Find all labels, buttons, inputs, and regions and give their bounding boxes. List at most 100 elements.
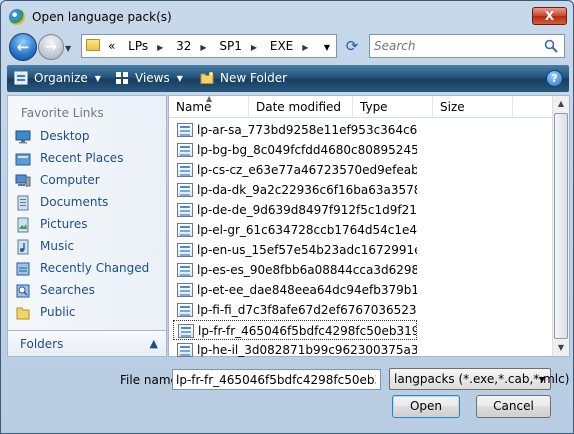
address-row: ← → ▼ « LPs ▶ 32 ▶ SP1 ▶ EXE ▶ ▼ ⟳ (1, 31, 573, 63)
file-type-select[interactable]: langpacks (*.exe,*.cab,*.mlc) ▼ (389, 368, 569, 390)
executable-file-icon (177, 143, 193, 157)
file-row[interactable]: lp-da-dk_9a2c22936c6f16ba63a3578c12... (173, 180, 417, 200)
executable-file-icon (177, 223, 193, 237)
scroll-down-icon[interactable]: ▼ (553, 340, 569, 356)
file-name-field[interactable] (172, 369, 381, 390)
file-name: lp-he-il_3d082871b99c962300375a369ec... (197, 343, 417, 357)
public-folder-icon (16, 307, 30, 320)
column-header-type[interactable]: Type (353, 96, 433, 117)
executable-file-icon (177, 183, 193, 197)
executable-file-icon (177, 303, 193, 317)
sidebar-item-label: Public (40, 305, 76, 319)
executable-file-icon (177, 343, 193, 357)
search-icon[interactable] (544, 39, 558, 53)
file-name-input[interactable] (176, 372, 376, 387)
sidebar-item-label: Recently Changed (40, 261, 150, 275)
new-folder-button[interactable]: New Folder (200, 71, 287, 85)
music-icon (17, 239, 29, 255)
refresh-icon[interactable]: ⟳ (342, 37, 362, 57)
file-row[interactable]: lp-bg-bg_8c049fcfdd4680c80895245c37... (173, 140, 417, 160)
file-row[interactable]: lp-cs-cz_e63e77a46723570ed9efeab054e... (173, 160, 417, 180)
sidebar-item-label: Desktop (40, 129, 90, 143)
file-row[interactable]: lp-et-ee_dae848eea64dc94efb379b19a5... (173, 280, 417, 300)
open-file-dialog: Open language pack(s) X ← → ▼ « LPs ▶ 32 ▶… (0, 0, 574, 434)
file-row[interactable]: lp-es-es_90e8fbb6a08844cca3d6298de5... (173, 260, 417, 280)
file-row[interactable]: lp-he-il_3d082871b99c962300375a369ec... (173, 340, 417, 360)
executable-file-icon (177, 243, 193, 257)
chevron-down-icon: ▼ (538, 375, 545, 384)
close-button[interactable]: X (532, 7, 567, 25)
column-date-label: Date modified (256, 100, 342, 114)
executable-file-icon (177, 203, 193, 217)
executable-file-icon (177, 163, 193, 177)
scroll-up-icon[interactable]: ▲ (553, 96, 569, 112)
file-list: ▲ Name Date modified Type Size lp-ar-sa_… (168, 94, 570, 360)
address-bar[interactable]: « LPs ▶ 32 ▶ SP1 ▶ EXE ▶ ▼ (81, 34, 337, 58)
search-input[interactable] (374, 38, 534, 54)
computer-icon (15, 174, 31, 187)
breadcrumb-item[interactable]: 32 (176, 39, 191, 53)
documents-icon (17, 195, 29, 211)
new-folder-icon (200, 72, 214, 84)
breadcrumb-overflow[interactable]: « (108, 39, 115, 53)
views-label: Views (135, 71, 170, 85)
cancel-button[interactable]: Cancel (476, 395, 551, 418)
navigation-pane: Favorite Links Desktop Recent Places Com… (7, 95, 167, 357)
column-header-name[interactable]: ▲ Name (169, 94, 249, 117)
scrollbar-thumb[interactable] (554, 113, 568, 339)
breadcrumb-item[interactable]: EXE (270, 39, 293, 53)
executable-file-icon (178, 324, 194, 338)
sidebar-item-label: Pictures (40, 217, 88, 231)
column-header-size[interactable]: Size (433, 96, 513, 117)
organize-menu[interactable]: Organize ▼ (14, 71, 101, 85)
file-row[interactable]: lp-de-de_9d639d8497f912f5c1d9f213eb... (173, 200, 417, 220)
chevron-right-icon[interactable]: ▶ (302, 43, 308, 52)
file-name: lp-da-dk_9a2c22936c6f16ba63a3578c12... (197, 183, 417, 197)
file-row[interactable]: lp-fi-fi_d7c3f8afe67d2ef67670365238df0..… (173, 300, 417, 320)
folders-toggle[interactable]: Folders ▲ (8, 330, 166, 356)
new-folder-label: New Folder (220, 71, 288, 85)
searches-icon (16, 284, 30, 298)
vertical-scrollbar[interactable]: ▲ ▼ (552, 96, 569, 356)
file-name: lp-en-us_15ef57e54b23adc1672991ecac... (197, 243, 417, 257)
pictures-icon (17, 217, 29, 233)
file-row[interactable]: lp-ar-sa_773bd9258e11ef953c364c60dda... (173, 120, 417, 140)
breadcrumb-item[interactable]: LPs (128, 39, 148, 53)
open-button[interactable]: Open (392, 395, 460, 418)
organize-label: Organize (34, 71, 88, 85)
help-icon[interactable]: ? (546, 70, 563, 87)
file-name: lp-el-gr_61c634728ccb1764d54c1e41a3b... (197, 223, 417, 237)
file-name: lp-fr-fr_465046f5bdfc4298fc50eb319091... (198, 324, 416, 338)
organize-icon (14, 71, 28, 85)
views-icon (116, 72, 128, 84)
recently-changed-icon (16, 262, 30, 276)
forward-button[interactable]: → (38, 34, 64, 60)
sidebar-item-label: Computer (40, 173, 100, 187)
file-row[interactable]: lp-el-gr_61c634728ccb1764d54c1e41a3b... (173, 220, 417, 240)
file-name: lp-bg-bg_8c049fcfdd4680c80895245c37... (197, 143, 417, 157)
folders-label: Folders (20, 337, 64, 351)
column-header-date-modified[interactable]: Date modified (249, 96, 353, 117)
window-title: Open language pack(s) (32, 10, 172, 24)
address-dropdown-icon[interactable]: ▼ (324, 43, 330, 52)
file-row[interactable]: lp-en-us_15ef57e54b23adc1672991ecac... (173, 240, 417, 260)
chevron-right-icon[interactable]: ▶ (200, 43, 206, 52)
search-box[interactable] (369, 34, 565, 58)
file-name: lp-et-ee_dae848eea64dc94efb379b19a5... (197, 283, 417, 297)
breadcrumb-item[interactable]: SP1 (219, 39, 242, 53)
sidebar-item-label: Music (40, 239, 75, 253)
file-row-selected[interactable]: lp-fr-fr_465046f5bdfc4298fc50eb319091... (173, 320, 417, 340)
breadcrumb: « LPs ▶ 32 ▶ SP1 ▶ EXE ▶ (108, 39, 317, 53)
chevron-right-icon[interactable]: ▶ (157, 43, 163, 52)
chevron-down-icon: ▼ (94, 74, 101, 83)
back-button[interactable]: ← (9, 33, 37, 61)
title-bar[interactable]: Open language pack(s) X (1, 1, 573, 31)
sidebar-item-label: Recent Places (40, 151, 124, 165)
command-bar: Organize ▼ Views ▼ New Folder ? (7, 65, 569, 92)
views-menu[interactable]: Views ▼ (115, 71, 183, 85)
executable-file-icon (177, 283, 193, 297)
sidebar-item-label: Searches (40, 283, 95, 297)
recent-pages-dropdown-icon[interactable]: ▼ (65, 44, 71, 53)
sort-ascending-icon: ▲ (206, 94, 213, 103)
chevron-right-icon[interactable]: ▶ (251, 43, 257, 52)
